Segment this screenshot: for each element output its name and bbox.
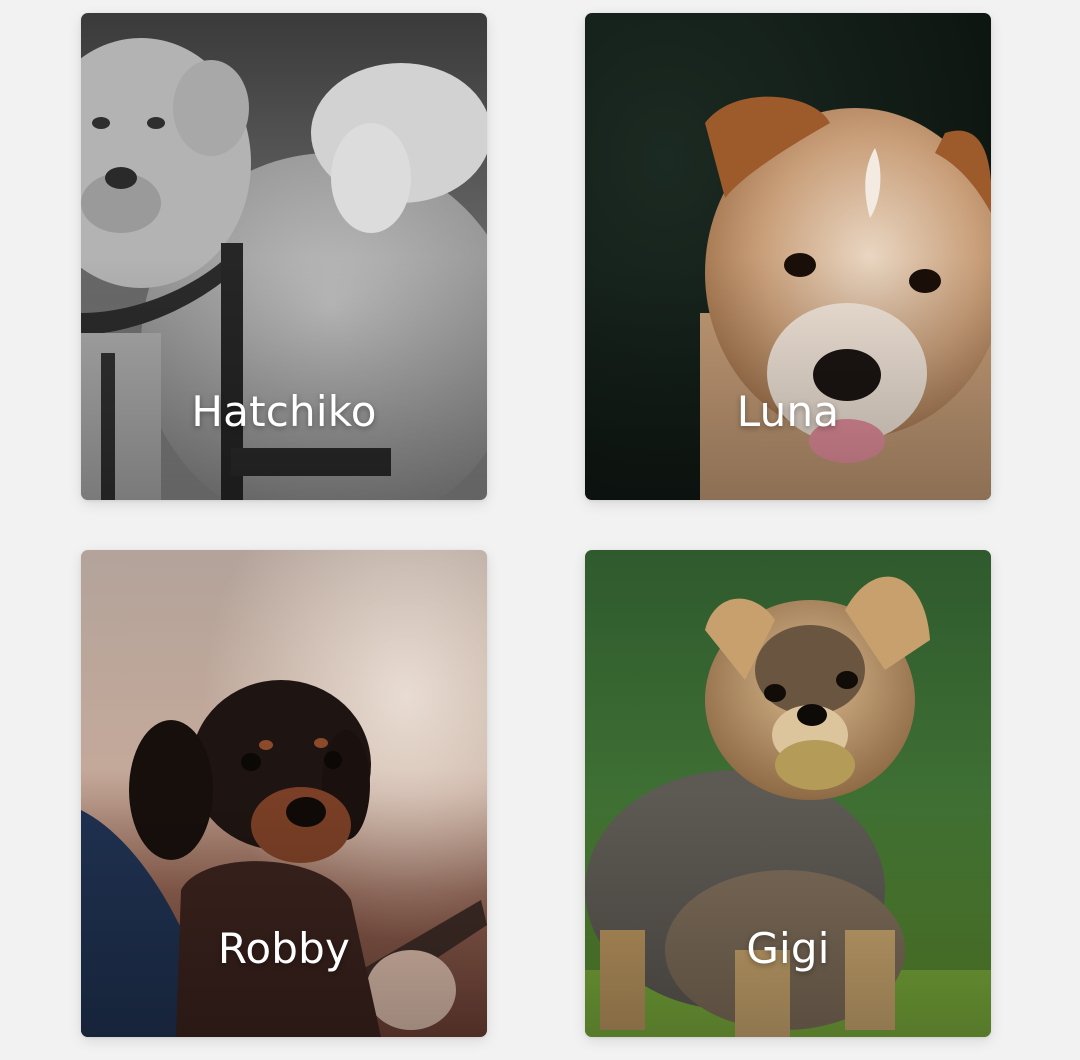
dog-name-label: Hatchiko <box>191 387 377 436</box>
dog-card-hatchiko[interactable]: Hatchiko <box>81 13 487 500</box>
dog-card-grid: Hatchiko Luna Robby Gigi <box>0 0 1080 1060</box>
dog-name-label: Luna <box>736 387 840 436</box>
dog-name-label: Robby <box>217 924 351 973</box>
dog-card-gigi[interactable]: Gigi <box>585 550 991 1037</box>
dog-card-luna[interactable]: Luna <box>585 13 991 500</box>
dog-name-label: Gigi <box>746 924 830 973</box>
dog-card-robby[interactable]: Robby <box>81 550 487 1037</box>
